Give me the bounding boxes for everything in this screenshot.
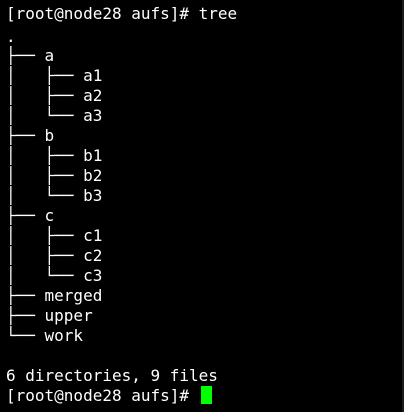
tree-line: │ ├── a2 bbox=[6, 86, 103, 105]
tree-line: ├── a bbox=[6, 46, 55, 65]
prompt-command-line: [root@node28 aufs]# tree bbox=[6, 4, 238, 23]
tree-line: ├── merged bbox=[6, 286, 103, 305]
tree-line: │ └── a3 bbox=[6, 106, 103, 125]
tree-line: │ └── b3 bbox=[6, 186, 103, 205]
tree-line: │ ├── b2 bbox=[6, 166, 103, 185]
final-prompt-line[interactable]: [root@node28 aufs]# bbox=[6, 386, 212, 406]
tree-line: │ ├── b1 bbox=[6, 146, 103, 165]
tree-line: . bbox=[6, 27, 16, 46]
terminal-window[interactable]: [root@node28 aufs]# tree . ├── a │ ├── a… bbox=[0, 0, 404, 412]
tree-summary: 6 directories, 9 files bbox=[6, 366, 218, 385]
tree-line: ├── b bbox=[6, 126, 55, 145]
tree-line: └── work bbox=[6, 326, 84, 345]
final-prompt: [root@node28 aufs]# bbox=[6, 386, 190, 405]
tree-line: │ └── c3 bbox=[6, 266, 103, 285]
tree-line: │ ├── a1 bbox=[6, 66, 103, 85]
tree-line: │ ├── c2 bbox=[6, 246, 103, 265]
tree-line: ├── upper bbox=[6, 306, 93, 325]
tree-line: │ ├── c1 bbox=[6, 226, 103, 245]
text-cursor bbox=[200, 386, 212, 404]
tree-line: ├── c bbox=[6, 206, 55, 225]
